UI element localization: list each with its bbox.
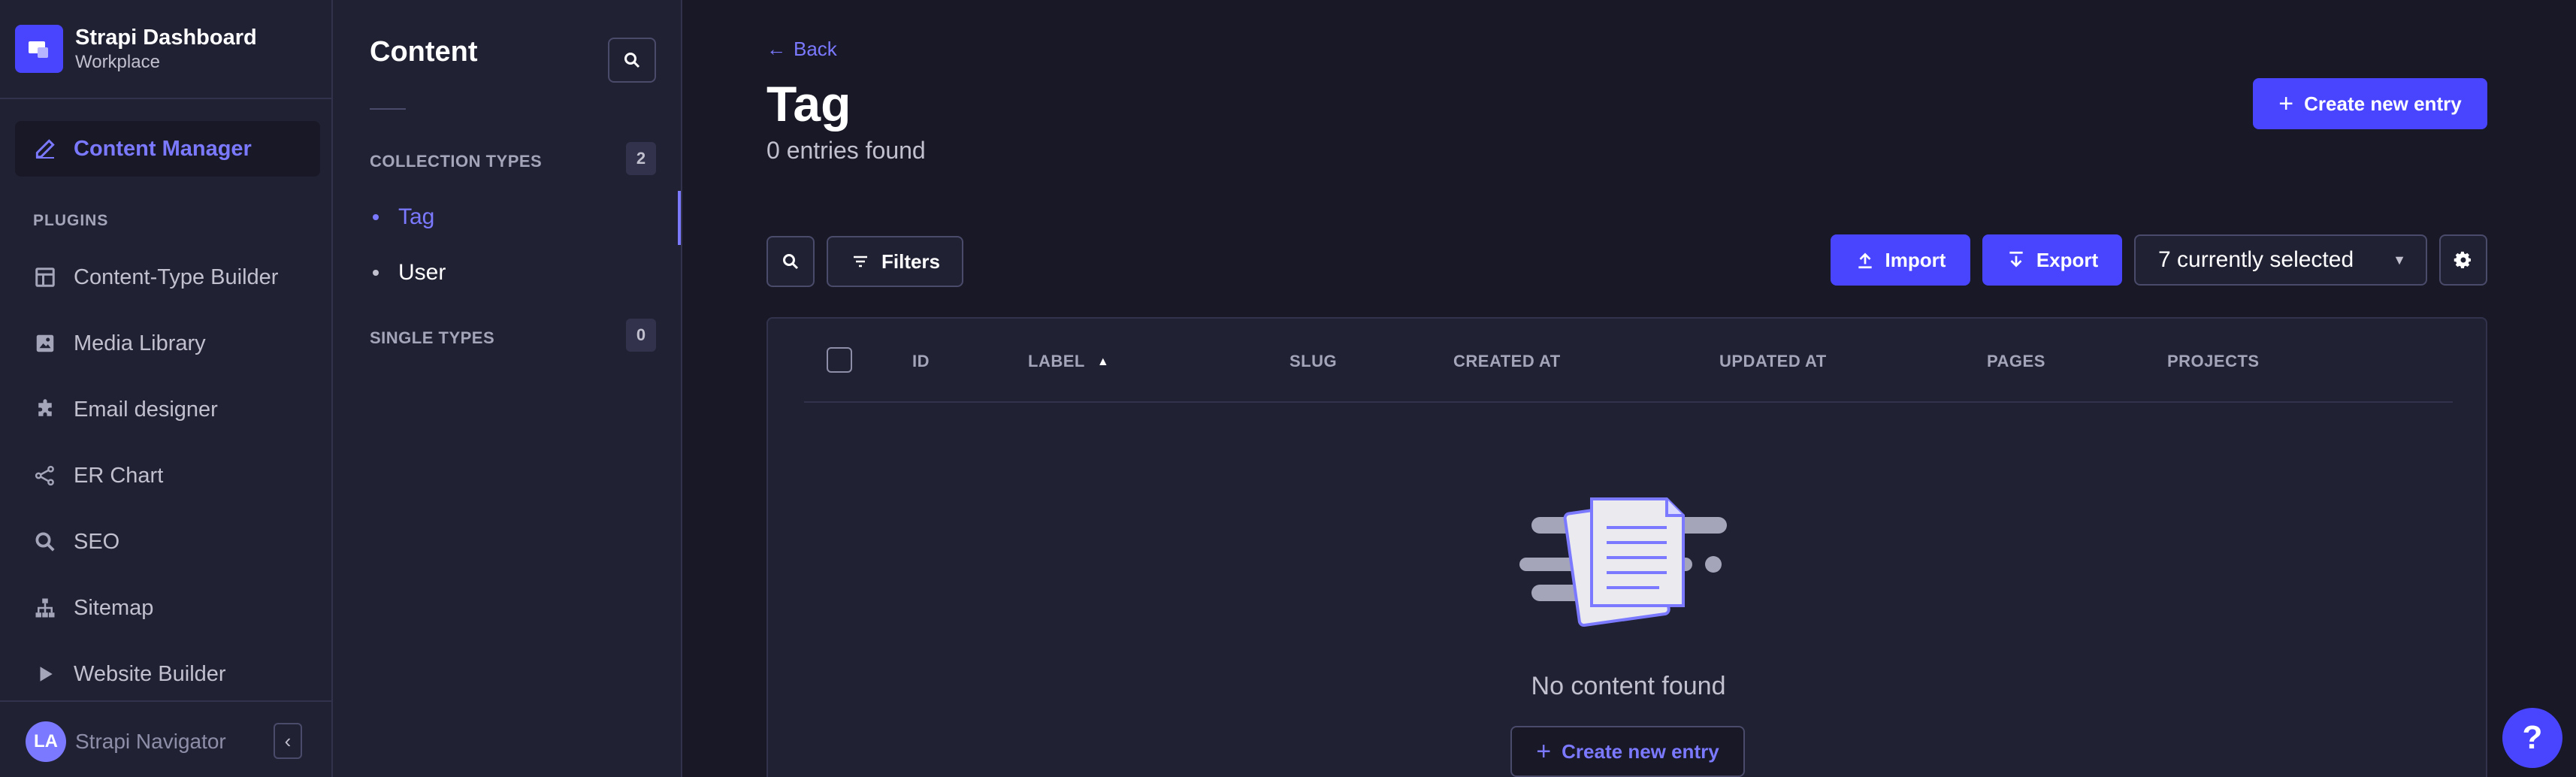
- entries-table: ID LABEL ▲ SLUG CREATED AT UPDATED AT PAG…: [766, 317, 2487, 777]
- table-settings-button[interactable]: [2439, 234, 2487, 286]
- graph-icon: [32, 462, 59, 489]
- sub-nav-search-button[interactable]: [608, 38, 656, 83]
- search-icon: [624, 53, 640, 68]
- sub-nav-item-tag[interactable]: Tag: [370, 191, 681, 243]
- brand[interactable]: Strapi Dashboard Workplace: [15, 24, 257, 74]
- page-title: Tag: [766, 76, 851, 132]
- divider: [370, 108, 406, 110]
- nav-label: Email designer: [74, 397, 218, 422]
- filters-button[interactable]: Filters: [827, 236, 963, 287]
- export-button[interactable]: Export: [1982, 234, 2122, 286]
- chevron-down-icon: ▼: [2393, 252, 2406, 268]
- column-header-pages[interactable]: PAGES: [1987, 352, 2045, 371]
- button-label: Create new entry: [1562, 739, 1719, 763]
- app-title: Strapi Dashboard: [75, 26, 257, 50]
- nav-email-designer[interactable]: Email designer: [15, 382, 320, 437]
- nav-label: Content Manager: [74, 136, 252, 161]
- nav-label: SEO: [74, 529, 120, 554]
- nav-label: Website Builder: [74, 661, 226, 686]
- main-nav: Strapi Dashboard Workplace Content Manag…: [0, 0, 333, 777]
- button-label: Import: [1885, 248, 1946, 271]
- plus-icon: +: [1536, 736, 1552, 766]
- empty-state-text: No content found: [1531, 672, 1726, 700]
- back-label: Back: [794, 38, 837, 60]
- column-header-label[interactable]: LABEL ▲: [1028, 352, 1109, 371]
- help-button[interactable]: ?: [2502, 708, 2562, 768]
- column-header-slug[interactable]: SLUG: [1290, 352, 1337, 371]
- collection-types-count: 2: [626, 142, 656, 175]
- workspace-name: Workplace: [75, 52, 160, 72]
- bullet-icon: [373, 214, 379, 220]
- single-types-count: 0: [626, 319, 656, 352]
- collapse-nav-button[interactable]: ‹: [274, 723, 302, 759]
- upload-icon: [1858, 252, 1872, 269]
- back-link[interactable]: ← Back: [766, 38, 837, 61]
- sitemap-icon: [32, 594, 59, 621]
- sub-nav-item-user[interactable]: User: [370, 246, 681, 299]
- content-sub-nav: Content COLLECTION TYPES 2 Tag User SING…: [333, 0, 682, 777]
- collection-types-heading: COLLECTION TYPES: [370, 152, 543, 171]
- select-all-checkbox[interactable]: [827, 347, 852, 373]
- question-mark-icon: ?: [2522, 719, 2543, 756]
- play-icon: [32, 661, 59, 688]
- image-icon: [32, 330, 59, 357]
- pencil-icon: [32, 135, 59, 162]
- download-icon: [2009, 251, 2023, 268]
- columns-select[interactable]: 7 currently selected ▼: [2134, 234, 2427, 286]
- user-menu[interactable]: LA Strapi Navigator: [26, 721, 226, 762]
- nav-divider: [0, 98, 331, 99]
- empty-state-illustration: [1519, 491, 1737, 630]
- single-types-heading: SINGLE TYPES: [370, 328, 495, 347]
- avatar: LA: [26, 721, 66, 762]
- column-header-text: LABEL: [1028, 352, 1085, 370]
- nav-content-type-builder[interactable]: Content-Type Builder: [15, 249, 320, 305]
- sub-nav-label: Tag: [398, 204, 435, 229]
- sub-nav-title: Content: [370, 36, 478, 68]
- nav-seo[interactable]: SEO: [15, 514, 320, 570]
- nav-media-library[interactable]: Media Library: [15, 316, 320, 371]
- nav-website-builder[interactable]: Website Builder: [15, 646, 320, 702]
- button-label: Filters: [881, 249, 941, 273]
- puzzle-icon: [32, 396, 59, 423]
- button-label: Export: [2036, 248, 2099, 271]
- layout-icon: [32, 264, 59, 291]
- column-header-id[interactable]: ID: [912, 352, 930, 371]
- column-header-projects[interactable]: PROJECTS: [2167, 352, 2260, 371]
- arrow-left-icon: ←: [766, 38, 786, 60]
- table-header: ID LABEL ▲ SLUG CREATED AT UPDATED AT PAG…: [804, 319, 2453, 403]
- nav-content-manager[interactable]: Content Manager: [15, 121, 320, 177]
- nav-er-chart[interactable]: ER Chart: [15, 448, 320, 503]
- nav-label: Sitemap: [74, 595, 154, 620]
- nav-divider: [0, 700, 331, 702]
- bullet-icon: [373, 270, 379, 276]
- nav-label: Media Library: [74, 331, 206, 355]
- column-header-created-at[interactable]: CREATED AT: [1453, 352, 1561, 371]
- active-indicator: [678, 191, 681, 245]
- strapi-logo-icon: [15, 25, 63, 73]
- chevron-left-icon: ‹: [284, 729, 292, 752]
- button-label: Create new entry: [2304, 92, 2462, 115]
- nav-label: ER Chart: [74, 463, 164, 488]
- entries-count: 0 entries found: [766, 137, 926, 164]
- empty-create-entry-button[interactable]: + Create new entry: [1510, 726, 1745, 777]
- search-icon: [32, 528, 59, 555]
- plus-icon: +: [2278, 89, 2294, 118]
- filter-icon: [853, 255, 867, 268]
- create-new-entry-button[interactable]: + Create new entry: [2253, 78, 2487, 129]
- column-header-updated-at[interactable]: UPDATED AT: [1719, 352, 1827, 371]
- nav-sitemap[interactable]: Sitemap: [15, 580, 320, 636]
- import-button[interactable]: Import: [1831, 234, 1970, 286]
- table-search-button[interactable]: [766, 236, 815, 287]
- nav-label: Content-Type Builder: [74, 265, 279, 289]
- select-value: 7 currently selected: [2158, 247, 2354, 272]
- plugins-heading: PLUGINS: [33, 212, 109, 229]
- sub-nav-label: User: [398, 260, 446, 285]
- user-name: Strapi Navigator: [75, 730, 226, 753]
- gear-icon: [2454, 251, 2471, 269]
- search-icon: [783, 254, 799, 270]
- sort-ascending-icon: ▲: [1096, 355, 1110, 369]
